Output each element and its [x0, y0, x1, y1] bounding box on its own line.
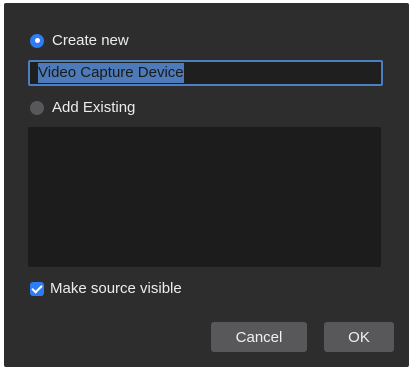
cancel-button[interactable]: Cancel: [211, 322, 307, 352]
add-existing-radio[interactable]: [30, 100, 44, 115]
add-source-dialog: Create new Video Capture Device Add Exis…: [4, 3, 409, 367]
add-existing-label: Add Existing: [52, 99, 136, 116]
make-visible-checkbox[interactable]: [30, 281, 44, 296]
make-visible-label: Make source visible: [50, 280, 182, 297]
source-name-input[interactable]: Video Capture Device: [28, 60, 383, 86]
make-visible-option[interactable]: Make source visible: [30, 280, 182, 297]
add-existing-option[interactable]: Add Existing: [30, 99, 135, 116]
create-new-radio[interactable]: [30, 33, 44, 48]
create-new-label: Create new: [52, 32, 129, 49]
create-new-option[interactable]: Create new: [30, 32, 129, 49]
ok-button[interactable]: OK: [324, 322, 394, 352]
source-name-selected-text: Video Capture Device: [38, 63, 184, 83]
existing-sources-list[interactable]: [28, 127, 381, 267]
